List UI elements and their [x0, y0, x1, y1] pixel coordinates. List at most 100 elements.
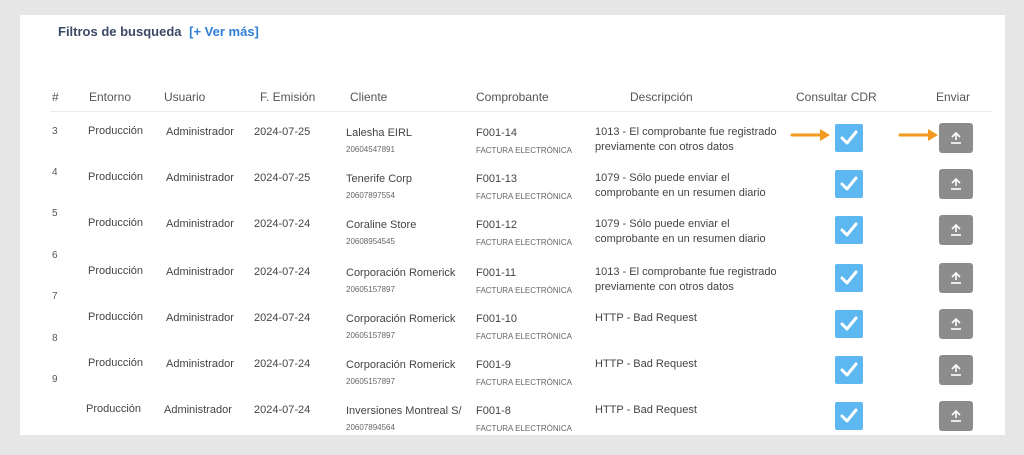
- search-filters-header: Filtros de busqueda [+ Ver más]: [58, 24, 259, 39]
- cell-ruc: 20604547891: [346, 145, 395, 154]
- cell-ruc: 20607897554: [346, 191, 395, 200]
- filters-title: Filtros de busqueda: [58, 24, 182, 39]
- cell-comprobante: F001-9: [476, 359, 511, 371]
- cell-cliente: Corporación Romerick: [346, 267, 456, 279]
- checkmark-icon: [839, 407, 859, 425]
- cell-fecha: 2024-07-24: [254, 266, 311, 278]
- cell-tipo-comprobante: FACTURA ELECTRÓNICA: [476, 192, 573, 201]
- cell-entorno: Producción: [88, 265, 144, 277]
- header-enviar: Enviar: [936, 90, 971, 104]
- cell-fecha: 2024-07-25: [254, 172, 311, 184]
- cell-comprobante: F001-10: [476, 313, 517, 325]
- cell-cliente: Corporación Romerick: [346, 313, 456, 325]
- orange-arrow-icon: [790, 129, 830, 141]
- header-cliente: Cliente: [350, 90, 388, 104]
- header-divider: [50, 111, 992, 112]
- cell-usuario: Administrador: [166, 218, 234, 230]
- cell-usuario: Administrador: [166, 172, 234, 184]
- checkmark-icon: [839, 129, 859, 147]
- cell-comprobante: F001-14: [476, 127, 517, 139]
- cell-entorno: Producción: [88, 357, 144, 369]
- cell-entorno: Producción: [88, 217, 144, 229]
- cell-ruc: 20607894564: [346, 423, 395, 432]
- checkmark-icon: [839, 315, 859, 333]
- checkmark-icon: [839, 221, 859, 239]
- enviar-button[interactable]: [939, 355, 973, 385]
- consultar-cdr-checkbox[interactable]: [835, 402, 863, 430]
- enviar-button[interactable]: [939, 169, 973, 199]
- row-number: 3: [52, 126, 58, 137]
- enviar-button[interactable]: [939, 215, 973, 245]
- cell-tipo-comprobante: FACTURA ELECTRÓNICA: [476, 146, 573, 155]
- upload-icon: [949, 271, 963, 285]
- cell-descripcion: 1079 - Sólo puede enviar el comprobante …: [595, 218, 766, 245]
- cell-tipo-comprobante: FACTURA ELECTRÓNICA: [476, 238, 573, 247]
- header-descripcion: Descripción: [630, 90, 693, 104]
- header-comprobante: Comprobante: [476, 90, 549, 104]
- upload-icon: [949, 409, 963, 423]
- cell-cliente: Tenerife Corp: [346, 173, 413, 185]
- cell-usuario: Administrador: [164, 404, 232, 416]
- header-entorno: Entorno: [89, 90, 132, 104]
- consultar-cdr-checkbox[interactable]: [835, 310, 863, 338]
- cell-descripcion: 1013 - El comprobante fue registrado pre…: [595, 266, 777, 293]
- see-more-link[interactable]: [+ Ver más]: [189, 24, 259, 39]
- cell-ruc: 20608954545: [346, 237, 395, 246]
- header-consultar-cdr: Consultar CDR: [796, 90, 877, 104]
- cell-ruc: 20605157897: [346, 377, 395, 386]
- cell-tipo-comprobante: FACTURA ELECTRÓNICA: [476, 286, 573, 295]
- row-number: 8: [52, 333, 58, 344]
- checkmark-icon: [839, 175, 859, 193]
- upload-icon: [949, 363, 963, 377]
- cell-fecha: 2024-07-25: [254, 126, 311, 138]
- cell-usuario: Administrador: [166, 358, 234, 370]
- consultar-cdr-checkbox[interactable]: [835, 170, 863, 198]
- row-number: 6: [52, 250, 58, 261]
- cell-fecha: 2024-07-24: [254, 312, 311, 324]
- upload-icon: [949, 131, 963, 145]
- cell-descripcion: HTTP - Bad Request: [595, 404, 697, 416]
- cell-comprobante: F001-11: [476, 267, 517, 279]
- cell-usuario: Administrador: [166, 312, 234, 324]
- header-num: #: [52, 90, 59, 104]
- upload-icon: [949, 223, 963, 237]
- cell-descripcion: HTTP - Bad Request: [595, 358, 697, 370]
- checkmark-icon: [839, 361, 859, 379]
- row-number: 4: [52, 167, 58, 178]
- checkmark-icon: [839, 269, 859, 287]
- cell-fecha: 2024-07-24: [254, 404, 311, 416]
- enviar-button[interactable]: [939, 309, 973, 339]
- cell-ruc: 20605157897: [346, 331, 395, 340]
- cell-usuario: Administrador: [166, 126, 234, 138]
- cell-descripcion: HTTP - Bad Request: [595, 312, 697, 324]
- cell-comprobante: F001-12: [476, 219, 517, 231]
- row-number: 5: [52, 208, 58, 219]
- row-number: 9: [52, 374, 58, 385]
- cell-fecha: 2024-07-24: [254, 358, 311, 370]
- cell-cliente: Inversiones Montreal S/: [346, 405, 462, 417]
- cell-comprobante: F001-13: [476, 173, 517, 185]
- cell-cliente: Corporación Romerick: [346, 359, 456, 371]
- consultar-cdr-checkbox[interactable]: [835, 124, 863, 152]
- cell-descripcion: 1013 - El comprobante fue registrado pre…: [595, 126, 777, 153]
- cell-cliente: Lalesha EIRL: [346, 127, 413, 139]
- cell-tipo-comprobante: FACTURA ELECTRÓNICA: [476, 378, 573, 387]
- header-usuario: Usuario: [164, 90, 206, 104]
- enviar-button[interactable]: [939, 263, 973, 293]
- cell-entorno: Producción: [88, 311, 144, 323]
- cell-entorno: Producción: [86, 403, 142, 415]
- header-fecha: F. Emisión: [260, 90, 316, 104]
- cell-tipo-comprobante: FACTURA ELECTRÓNICA: [476, 332, 573, 341]
- enviar-button[interactable]: [939, 123, 973, 153]
- enviar-button[interactable]: [939, 401, 973, 431]
- orange-arrow-icon: [898, 129, 938, 141]
- consultar-cdr-checkbox[interactable]: [835, 216, 863, 244]
- consultar-cdr-checkbox[interactable]: [835, 356, 863, 384]
- cell-fecha: 2024-07-24: [254, 218, 311, 230]
- cell-tipo-comprobante: FACTURA ELECTRÓNICA: [476, 424, 573, 433]
- upload-icon: [949, 317, 963, 331]
- consultar-cdr-checkbox[interactable]: [835, 264, 863, 292]
- cell-usuario: Administrador: [166, 266, 234, 278]
- upload-icon: [949, 177, 963, 191]
- row-number: 7: [52, 291, 58, 302]
